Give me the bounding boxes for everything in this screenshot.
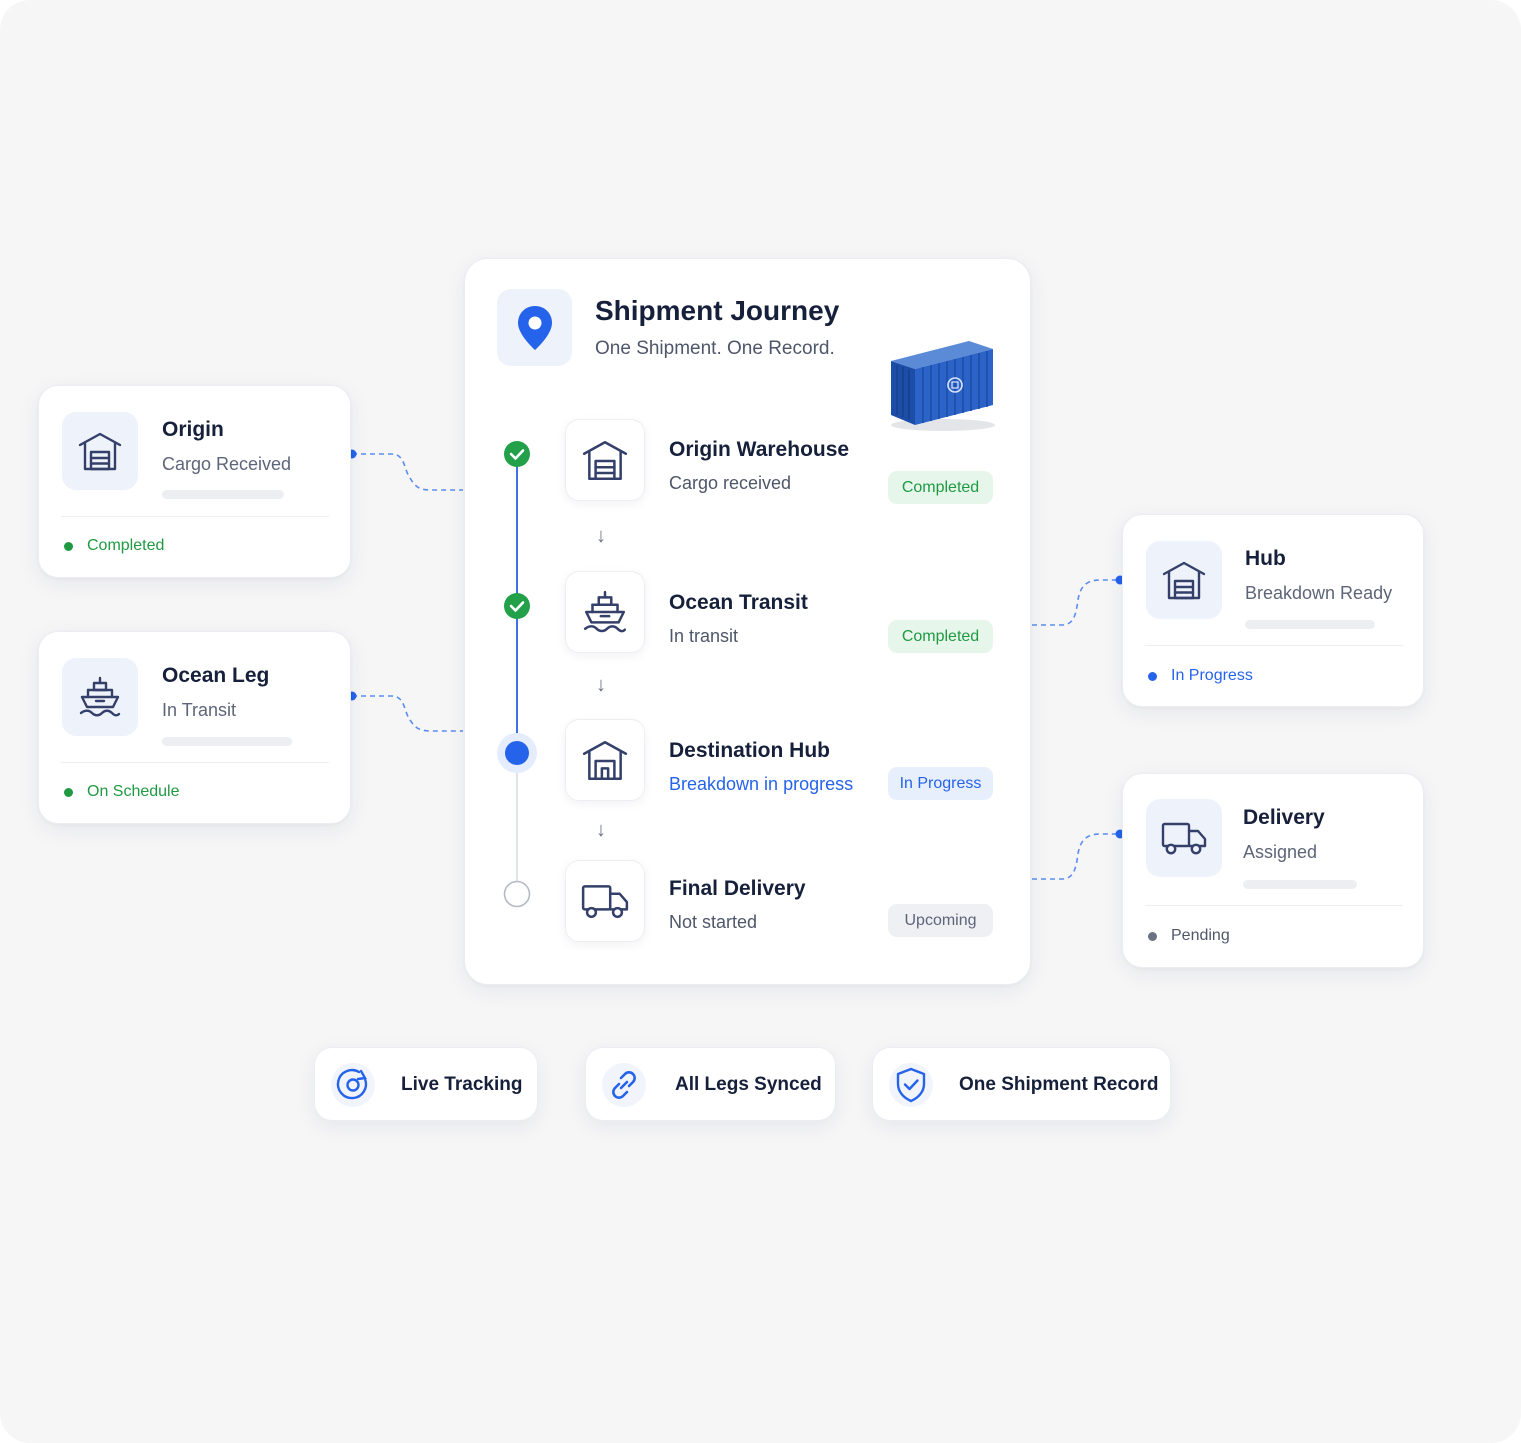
ocean-leg-title: Ocean Leg	[162, 664, 270, 687]
page-subtitle: One Shipment. One Record.	[595, 338, 835, 359]
status-badge: Completed	[888, 471, 993, 504]
divider	[1145, 645, 1403, 646]
step-subtitle: Cargo received	[669, 473, 792, 493]
step-subtitle: In transit	[669, 626, 739, 646]
warehouse-icon	[62, 412, 138, 490]
connector-origin	[352, 453, 463, 491]
shield-check-icon	[889, 1063, 933, 1107]
link-icon	[602, 1063, 646, 1107]
divider	[1145, 905, 1403, 906]
status-badge: Completed	[888, 620, 993, 653]
step-title: Origin Warehouse	[669, 438, 850, 461]
ship-icon	[565, 571, 645, 653]
status-dot	[1148, 932, 1157, 941]
feature-label: One Shipment Record	[959, 1074, 1159, 1095]
origin-card[interactable]: Origin Cargo Received Completed	[38, 385, 351, 578]
origin-status: Completed	[87, 537, 165, 554]
status-dot	[1148, 672, 1157, 681]
page-title: Shipment Journey	[595, 295, 840, 326]
status-badge: Upcoming	[888, 904, 993, 937]
warehouse-icon	[1146, 541, 1222, 619]
arrow-down-icon: ↓	[596, 819, 606, 841]
ocean-leg-progress-bar	[162, 737, 292, 746]
origin-sub: Cargo Received	[162, 454, 292, 474]
delivery-progress-bar	[1243, 880, 1357, 889]
origin-title: Origin	[162, 418, 224, 441]
delivery-card[interactable]: Delivery Assigned Pending	[1122, 773, 1424, 968]
feature-label: Live Tracking	[401, 1074, 523, 1095]
origin-progress-bar	[162, 490, 284, 499]
step-completed-check-icon	[503, 441, 531, 469]
ocean-leg-status: On Schedule	[87, 783, 180, 800]
location-pin-icon	[497, 289, 572, 366]
truck-icon	[565, 860, 645, 942]
hub-status: In Progress	[1171, 667, 1253, 684]
canvas: Origin Cargo Received Completed Ocean Le…	[0, 0, 1521, 1443]
truck-icon	[1146, 799, 1222, 877]
ocean-leg-card[interactable]: Ocean Leg In Transit On Schedule	[38, 631, 351, 824]
divider	[61, 516, 329, 517]
feature-label: All Legs Synced	[675, 1074, 822, 1095]
ocean-leg-sub: In Transit	[162, 700, 237, 720]
status-dot	[64, 788, 73, 797]
shipping-container-icon	[891, 341, 995, 431]
feature-live-tracking[interactable]: Live Tracking	[314, 1047, 538, 1121]
status-dot	[64, 542, 73, 551]
step-title: Ocean Transit	[669, 591, 808, 614]
warehouse-icon	[565, 419, 645, 501]
connector-hub	[1032, 579, 1120, 626]
hub-title: Hub	[1245, 547, 1286, 570]
arrow-down-icon: ↓	[596, 674, 606, 696]
hub-sub: Breakdown Ready	[1245, 583, 1393, 603]
step-subtitle: Breakdown in progress	[669, 774, 854, 794]
connector-delivery	[1032, 833, 1120, 880]
status-badge: In Progress	[888, 767, 993, 800]
timeline	[497, 441, 537, 908]
ship-icon	[62, 658, 138, 736]
step-title: Destination Hub	[669, 739, 830, 762]
connector-ocean	[352, 695, 463, 732]
hub-card[interactable]: Hub Breakdown Ready In Progress	[1122, 514, 1424, 707]
step-subtitle: Not started	[669, 912, 758, 932]
arrow-down-icon: ↓	[596, 525, 606, 547]
step-title: Final Delivery	[669, 877, 806, 900]
feature-one-shipment-record[interactable]: One Shipment Record	[872, 1047, 1171, 1121]
shipment-journey-card: Shipment Journey One Shipment. One Recor…	[464, 258, 1031, 985]
delivery-sub: Assigned	[1243, 842, 1318, 862]
delivery-title: Delivery	[1243, 806, 1325, 829]
feature-all-legs-synced[interactable]: All Legs Synced	[585, 1047, 836, 1121]
hub-progress-bar	[1245, 620, 1375, 629]
warehouse-icon	[565, 719, 645, 801]
delivery-status: Pending	[1171, 927, 1230, 944]
divider	[61, 762, 329, 763]
target-icon	[331, 1063, 375, 1107]
